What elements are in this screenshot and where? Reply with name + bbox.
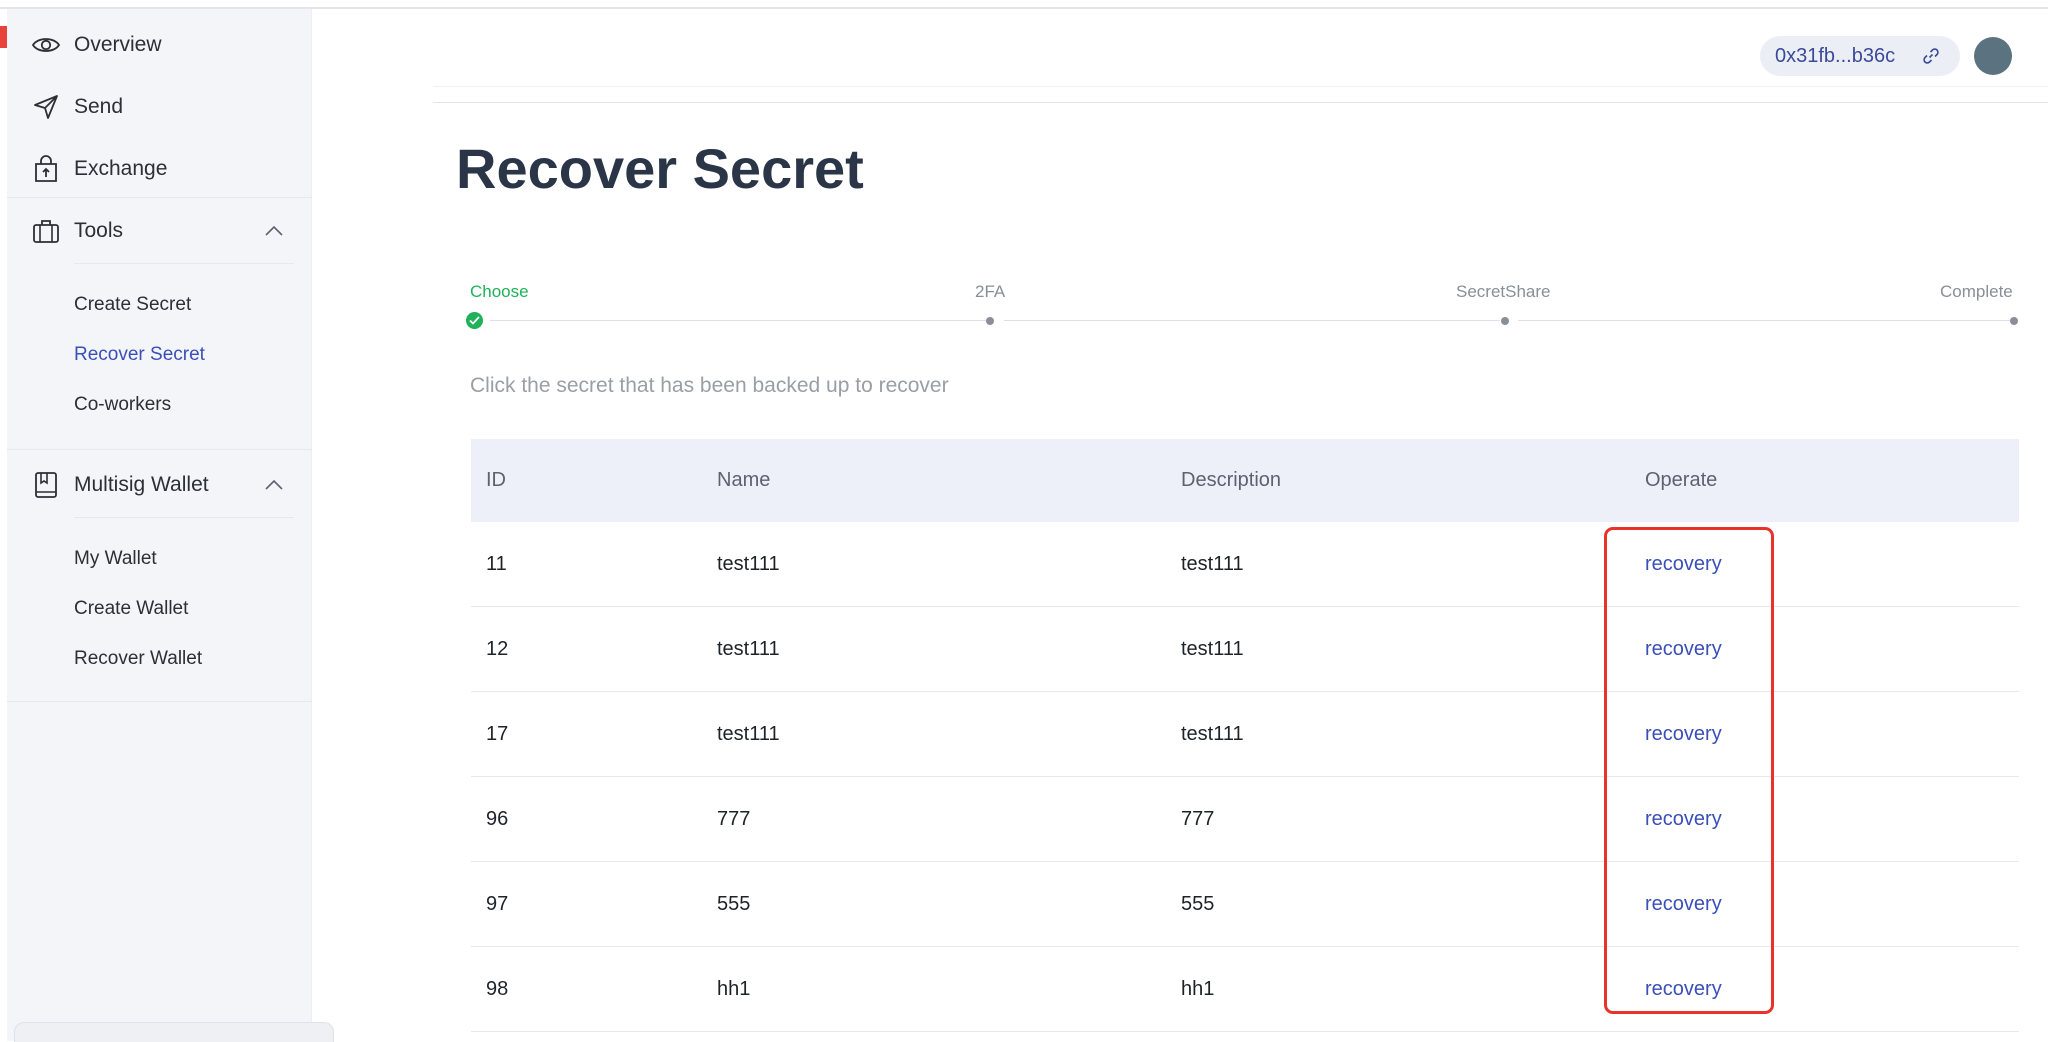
divider xyxy=(74,263,294,264)
sidebar-item-label: Overview xyxy=(74,33,162,56)
recovery-link[interactable]: recovery xyxy=(1645,723,1722,746)
cell-description: test111 xyxy=(1181,723,1244,745)
cell-name: hh1 xyxy=(717,978,751,1000)
wallet-address-pill[interactable]: 0x31fb...b36c xyxy=(1760,36,1960,76)
table-row: 97 555 555 recovery xyxy=(471,862,2019,947)
instruction-text: Click the secret that has been backed up… xyxy=(470,374,949,397)
shopping-bag-icon xyxy=(31,154,61,184)
step-connector xyxy=(1518,320,2014,321)
table-row: 98 hh1 hh1 recovery xyxy=(471,947,2019,1032)
recovery-link[interactable]: recovery xyxy=(1645,638,1722,661)
page-title: Recover Secret xyxy=(456,137,864,200)
column-header-operate: Operate xyxy=(1645,469,1718,491)
step-connector xyxy=(490,320,988,321)
header-divider xyxy=(433,102,2048,103)
cell-description: 555 xyxy=(1181,893,1215,915)
sidebar-item-create-wallet[interactable]: Create Wallet xyxy=(74,594,188,624)
cell-name: 777 xyxy=(717,808,751,830)
cell-description: hh1 xyxy=(1181,978,1215,1000)
cell-name: 555 xyxy=(717,893,751,915)
step-connector xyxy=(1004,320,1500,321)
cell-id: 17 xyxy=(486,723,509,745)
sidebar-item-create-secret[interactable]: Create Secret xyxy=(74,290,191,320)
sidebar-group-label: Multisig Wallet xyxy=(74,473,209,496)
divider xyxy=(7,449,312,450)
cell-description: test111 xyxy=(1181,638,1244,660)
toolbox-icon xyxy=(31,216,61,246)
sidebar-item-label: Send xyxy=(74,95,124,118)
secrets-table: ID Name Description Operate 11 test111 t… xyxy=(471,439,2019,1032)
table-row: 11 test111 test111 recovery xyxy=(471,522,2019,607)
wallet-address: 0x31fb...b36c xyxy=(1775,44,1896,67)
recovery-link[interactable]: recovery xyxy=(1645,808,1722,831)
chevron-up-icon[interactable] xyxy=(262,473,286,497)
sidebar-item-recover-secret[interactable]: Recover Secret xyxy=(74,340,205,370)
edge-marker xyxy=(0,26,7,48)
progress-steps: Choose 2FA SecretShare Complete xyxy=(466,280,2020,330)
cell-description: test111 xyxy=(1181,553,1244,575)
step-choose-label: Choose xyxy=(470,282,529,301)
table-header: ID Name Description Operate xyxy=(471,439,2019,522)
sidebar-item-my-wallet[interactable]: My Wallet xyxy=(74,544,157,574)
sidebar-footer xyxy=(14,1022,334,1042)
sidebar-item-overview[interactable]: Overview xyxy=(7,17,312,73)
recovery-link[interactable]: recovery xyxy=(1645,978,1722,1001)
cell-name: test111 xyxy=(717,723,780,745)
step-secretshare-dot xyxy=(1501,317,1509,325)
sidebar-item-label: Exchange xyxy=(74,157,168,180)
sidebar-item-recover-wallet[interactable]: Recover Wallet xyxy=(74,644,202,674)
cell-id: 12 xyxy=(486,638,509,660)
check-circle-icon xyxy=(466,312,483,329)
divider xyxy=(7,701,312,702)
table-row: 17 test111 test111 recovery xyxy=(471,692,2019,777)
cell-id: 11 xyxy=(486,553,507,575)
column-header-description: Description xyxy=(1181,469,1282,491)
cell-id: 96 xyxy=(486,808,509,830)
step-secretshare-label: SecretShare xyxy=(1456,282,1551,301)
recovery-link[interactable]: recovery xyxy=(1645,553,1722,576)
avatar[interactable] xyxy=(1974,37,2012,75)
sidebar-group-label: Tools xyxy=(74,219,124,242)
divider xyxy=(74,517,294,518)
divider xyxy=(7,197,312,198)
chevron-up-icon[interactable] xyxy=(262,219,286,243)
step-2fa-dot xyxy=(986,317,994,325)
cell-description: 777 xyxy=(1181,808,1215,830)
sidebar: Overview Send Exchange Tools Create Secr… xyxy=(7,9,312,1041)
cell-id: 98 xyxy=(486,978,509,1000)
step-2fa-label: 2FA xyxy=(975,282,1006,301)
send-icon xyxy=(31,92,61,122)
column-header-id: ID xyxy=(486,469,506,491)
sidebar-group-multisig-wallet[interactable]: Multisig Wallet xyxy=(7,457,312,513)
recovery-link[interactable]: recovery xyxy=(1645,893,1722,916)
link-icon[interactable] xyxy=(1922,47,1940,65)
cell-id: 97 xyxy=(486,893,509,915)
sidebar-item-co-workers[interactable]: Co-workers xyxy=(74,390,171,420)
book-icon xyxy=(31,470,61,500)
cell-name: test111 xyxy=(717,553,780,575)
step-complete-dot xyxy=(2010,317,2018,325)
sidebar-item-send[interactable]: Send xyxy=(7,79,312,135)
table-row: 96 777 777 recovery xyxy=(471,777,2019,862)
sidebar-group-tools[interactable]: Tools xyxy=(7,203,312,259)
window-top-strip xyxy=(0,0,2048,9)
table-row: 12 test111 test111 recovery xyxy=(471,607,2019,692)
eye-icon xyxy=(31,30,61,60)
sidebar-item-exchange[interactable]: Exchange xyxy=(7,141,312,197)
column-header-name: Name xyxy=(717,469,771,491)
header-divider-faint xyxy=(433,86,2048,87)
cell-name: test111 xyxy=(717,638,780,660)
step-complete-label: Complete xyxy=(1940,282,2013,301)
